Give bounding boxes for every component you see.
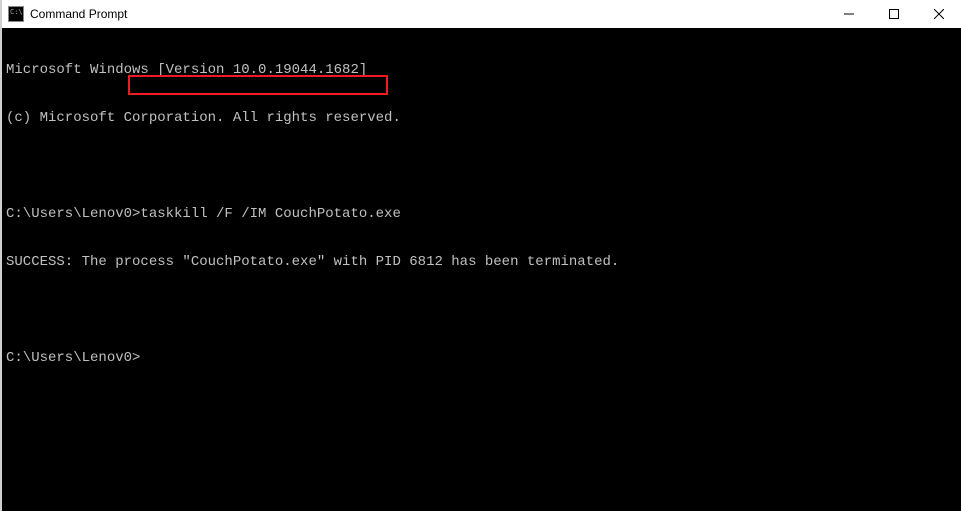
- terminal-line: SUCCESS: The process "CouchPotato.exe" w…: [6, 254, 957, 270]
- cursor: [140, 352, 148, 366]
- close-button[interactable]: [916, 0, 961, 28]
- cmd-icon: [8, 6, 24, 22]
- terminal-line: C:\Users\Lenov0>taskkill /F /IM CouchPot…: [6, 206, 957, 222]
- terminal-line: C:\Users\Lenov0>: [6, 350, 957, 366]
- window-title: Command Prompt: [30, 7, 826, 21]
- terminal-line: Microsoft Windows [Version 10.0.19044.16…: [6, 62, 957, 78]
- maximize-button[interactable]: [871, 0, 916, 28]
- command-text: taskkill /F /IM CouchPotato.exe: [140, 206, 400, 222]
- terminal-line: [6, 158, 957, 174]
- window-controls: [826, 0, 961, 28]
- terminal-area[interactable]: Microsoft Windows [Version 10.0.19044.16…: [2, 28, 961, 511]
- terminal-line: (c) Microsoft Corporation. All rights re…: [6, 110, 957, 126]
- titlebar[interactable]: Command Prompt: [2, 0, 961, 28]
- prompt-text: C:\Users\Lenov0>: [6, 350, 140, 366]
- terminal-line: [6, 302, 957, 318]
- minimize-button[interactable]: [826, 0, 871, 28]
- command-prompt-window: Command Prompt Microsoft Windows [Versio…: [0, 0, 961, 511]
- prompt-text: C:\Users\Lenov0>: [6, 206, 140, 222]
- highlight-annotation: [128, 75, 388, 95]
